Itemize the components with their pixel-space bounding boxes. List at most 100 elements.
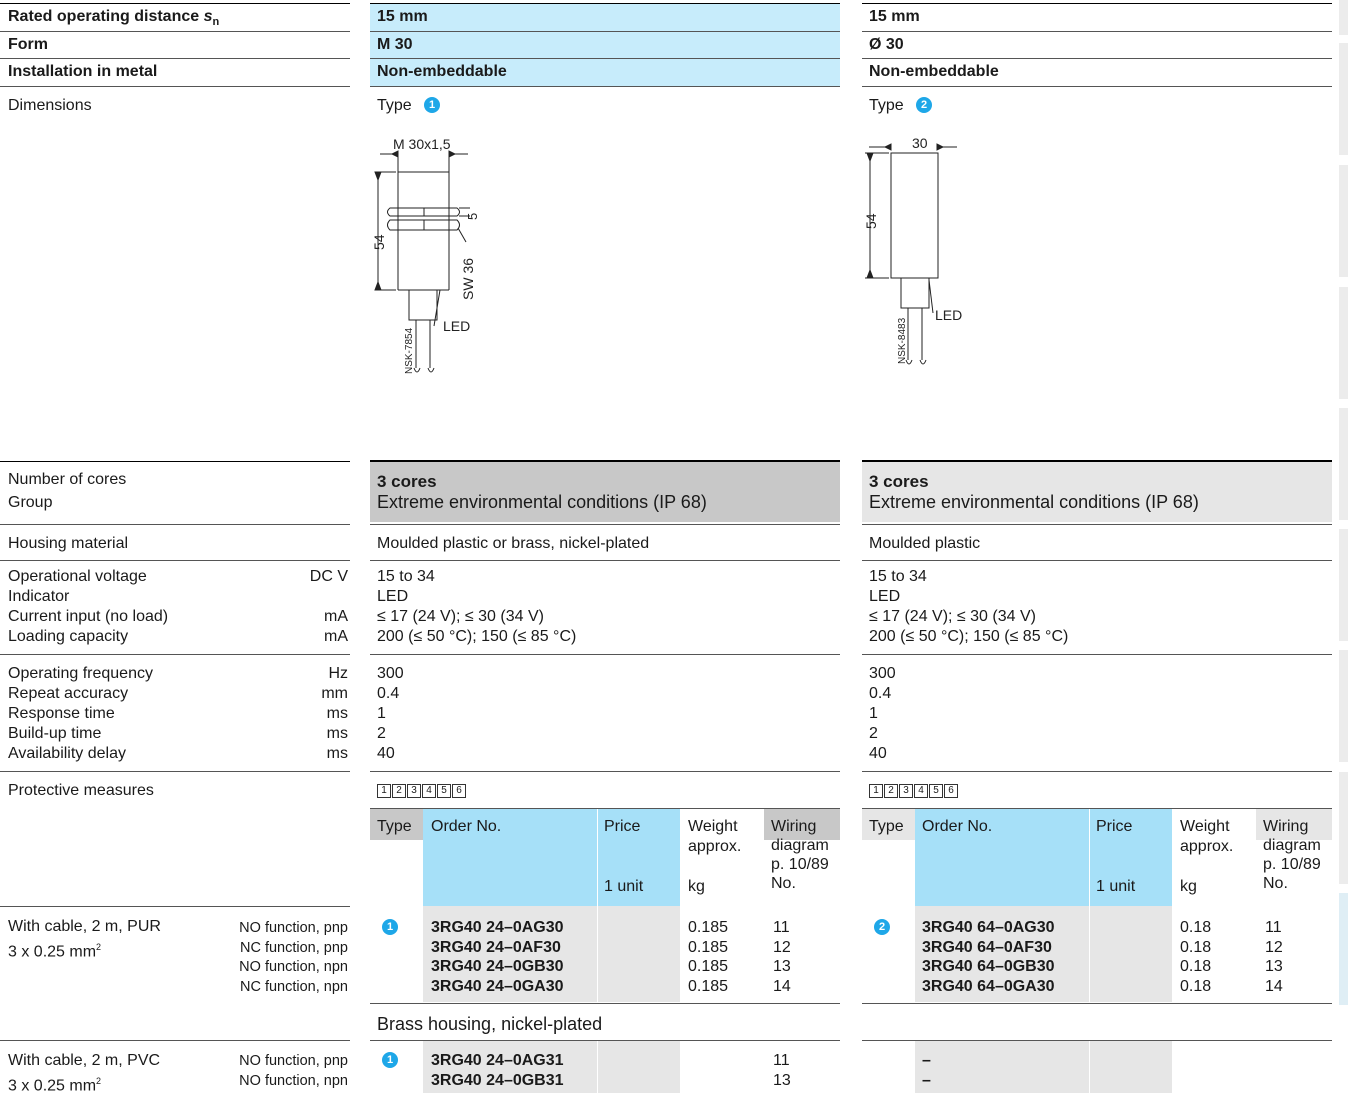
group-value: Extreme environmental conditions (IP 68)	[869, 492, 1199, 512]
length-label: 54	[371, 234, 387, 250]
width-label: 30	[912, 135, 928, 151]
cable-pvc-functions: NO function, pnp NO function, npn	[200, 1052, 348, 1091]
rule	[862, 560, 1332, 561]
rule	[370, 771, 840, 772]
nut-label: 5	[465, 213, 480, 220]
dimension-drawing-type-1: M 30x1,5 54 5 SW 36 LED NSK-7854	[371, 136, 480, 374]
rule	[370, 560, 840, 561]
timing-labels: Operating frequency Repeat accuracy Resp…	[8, 664, 153, 764]
type-1-marker: 1	[382, 919, 398, 935]
order-numbers: 3RG40 24–0AG30 3RG40 24–0AF30 3RG40 24–0…	[431, 918, 564, 996]
weights: 0.185 0.185 0.185 0.185	[688, 918, 728, 996]
cable-label-line: 3 x 0.25 mm2	[8, 1076, 102, 1095]
wiring-numbers: 11 13	[773, 1051, 791, 1090]
sidebar-tab	[1339, 408, 1348, 520]
rule	[0, 58, 350, 59]
wiring-header-line: diagram	[1263, 837, 1321, 854]
cable-label-line: 3 x 0.25 mm2	[8, 942, 102, 961]
protective-label: Protective measures	[8, 782, 154, 799]
protective-symbol: 6	[452, 784, 466, 798]
cores-label: Number of cores	[8, 471, 127, 488]
wiring-header-line: p. 10/89	[1263, 856, 1321, 873]
weight-unit-header: kg	[688, 878, 705, 895]
weight-value: 0.18	[1180, 958, 1212, 975]
wiring-header-line: No.	[771, 875, 796, 892]
rule	[862, 58, 1332, 59]
wiring-value: 11	[773, 919, 790, 936]
rated-distance-value: 15 mm	[869, 8, 920, 25]
wiring-numbers: 11 12 13 14	[1265, 918, 1283, 996]
protective-symbol: 2	[884, 784, 898, 798]
rule	[862, 654, 1332, 655]
wiring-value: 14	[1265, 977, 1283, 995]
rule	[862, 86, 1332, 87]
spec-value: 0.4	[377, 685, 400, 702]
spec-unit: mA	[324, 608, 348, 625]
order-no-header: Order No.	[431, 818, 502, 835]
protective-symbol: 5	[929, 784, 943, 798]
rule	[0, 771, 350, 772]
spec-value: 2	[377, 725, 386, 742]
function-label: NO function, npn	[239, 1072, 348, 1089]
led-label: LED	[443, 318, 470, 334]
function-label: NO function, pnp	[239, 920, 348, 936]
function-label: NC function, pnp	[239, 939, 348, 956]
order-number: 3RG40 64–0AF30	[922, 938, 1052, 956]
wiring-header-line: No.	[1263, 875, 1288, 892]
spec-label: Current input (no load)	[8, 608, 169, 625]
price-header: Price	[604, 818, 641, 835]
spec-unit: ms	[326, 725, 348, 742]
rule	[370, 654, 840, 655]
weight-value: 0.185	[688, 958, 729, 975]
type-label: Type	[869, 97, 904, 114]
order-number: 3RG40 64–0GB30	[922, 958, 1055, 975]
timing-units: Hz mm ms ms ms	[250, 664, 348, 764]
type-label: Type	[377, 97, 412, 114]
order-number: 3RG40 24–0GB31	[431, 1071, 564, 1089]
form-value: M 30	[377, 36, 413, 53]
protective-symbol: 3	[407, 784, 421, 798]
rule	[0, 654, 350, 655]
installation-label: Installation in metal	[8, 63, 158, 80]
weight-header: Weight approx.	[1180, 817, 1233, 857]
spec-unit: mm	[321, 685, 348, 702]
order-col-bg	[915, 1041, 1089, 1093]
wiring-value: 13	[773, 1071, 791, 1089]
housing-label: Housing material	[8, 535, 129, 552]
wiring-value: 12	[773, 938, 791, 956]
sidebar-tab	[1339, 0, 1348, 35]
wiring-value: 14	[773, 977, 791, 995]
order-number: 3RG40 24–0AF30	[431, 938, 561, 956]
cable-pur-label: With cable, 2 m, PUR 3 x 0.25 mm2	[8, 917, 161, 962]
type-1-marker: 1	[424, 97, 440, 113]
cable-label-line: With cable, 2 m, PVC	[8, 1052, 161, 1069]
spec-value: 200 (≤ 50 °C); 150 (≤ 85 °C)	[377, 628, 577, 645]
sidebar-tab	[1339, 650, 1348, 762]
order-number: 3RG40 64–0GA30	[922, 977, 1055, 995]
wiring-value: 13	[1265, 958, 1283, 975]
sidebar-tab	[1339, 772, 1348, 884]
price-col-bg	[597, 906, 680, 1002]
cores-value: 3 cores	[377, 472, 437, 491]
sidebar-tab	[1339, 529, 1348, 641]
protective-symbol: 3	[899, 784, 913, 798]
order-numbers: 3RG40 24–0AG31 3RG40 24–0GB31	[431, 1051, 564, 1090]
weight-unit-header: kg	[1180, 878, 1197, 895]
price-unit-header: 1 unit	[1096, 878, 1136, 895]
protective-symbol: 4	[914, 784, 928, 798]
type-2-marker: 2	[916, 97, 932, 113]
order-number: 3RG40 64–0AG30	[922, 919, 1055, 936]
wiring-value: 13	[773, 958, 791, 975]
wiring-value: 12	[1265, 938, 1283, 956]
type-1-marker: 1	[382, 1052, 398, 1068]
rule	[370, 31, 840, 32]
weight-header-line: Weight	[688, 818, 738, 835]
order-number: 3RG40 24–0GA30	[431, 977, 564, 995]
sidebar-tab	[1339, 165, 1348, 277]
spec-value: ≤ 17 (24 V); ≤ 30 (34 V)	[377, 608, 544, 625]
drawing-ref: NSK-8483	[897, 317, 908, 364]
thread-label: M 30x1,5	[393, 136, 451, 152]
spec-unit: DC V	[309, 568, 348, 585]
electrical-labels: Operational voltage Indicator Current in…	[8, 567, 168, 647]
cores-value: 3 cores	[869, 472, 929, 491]
